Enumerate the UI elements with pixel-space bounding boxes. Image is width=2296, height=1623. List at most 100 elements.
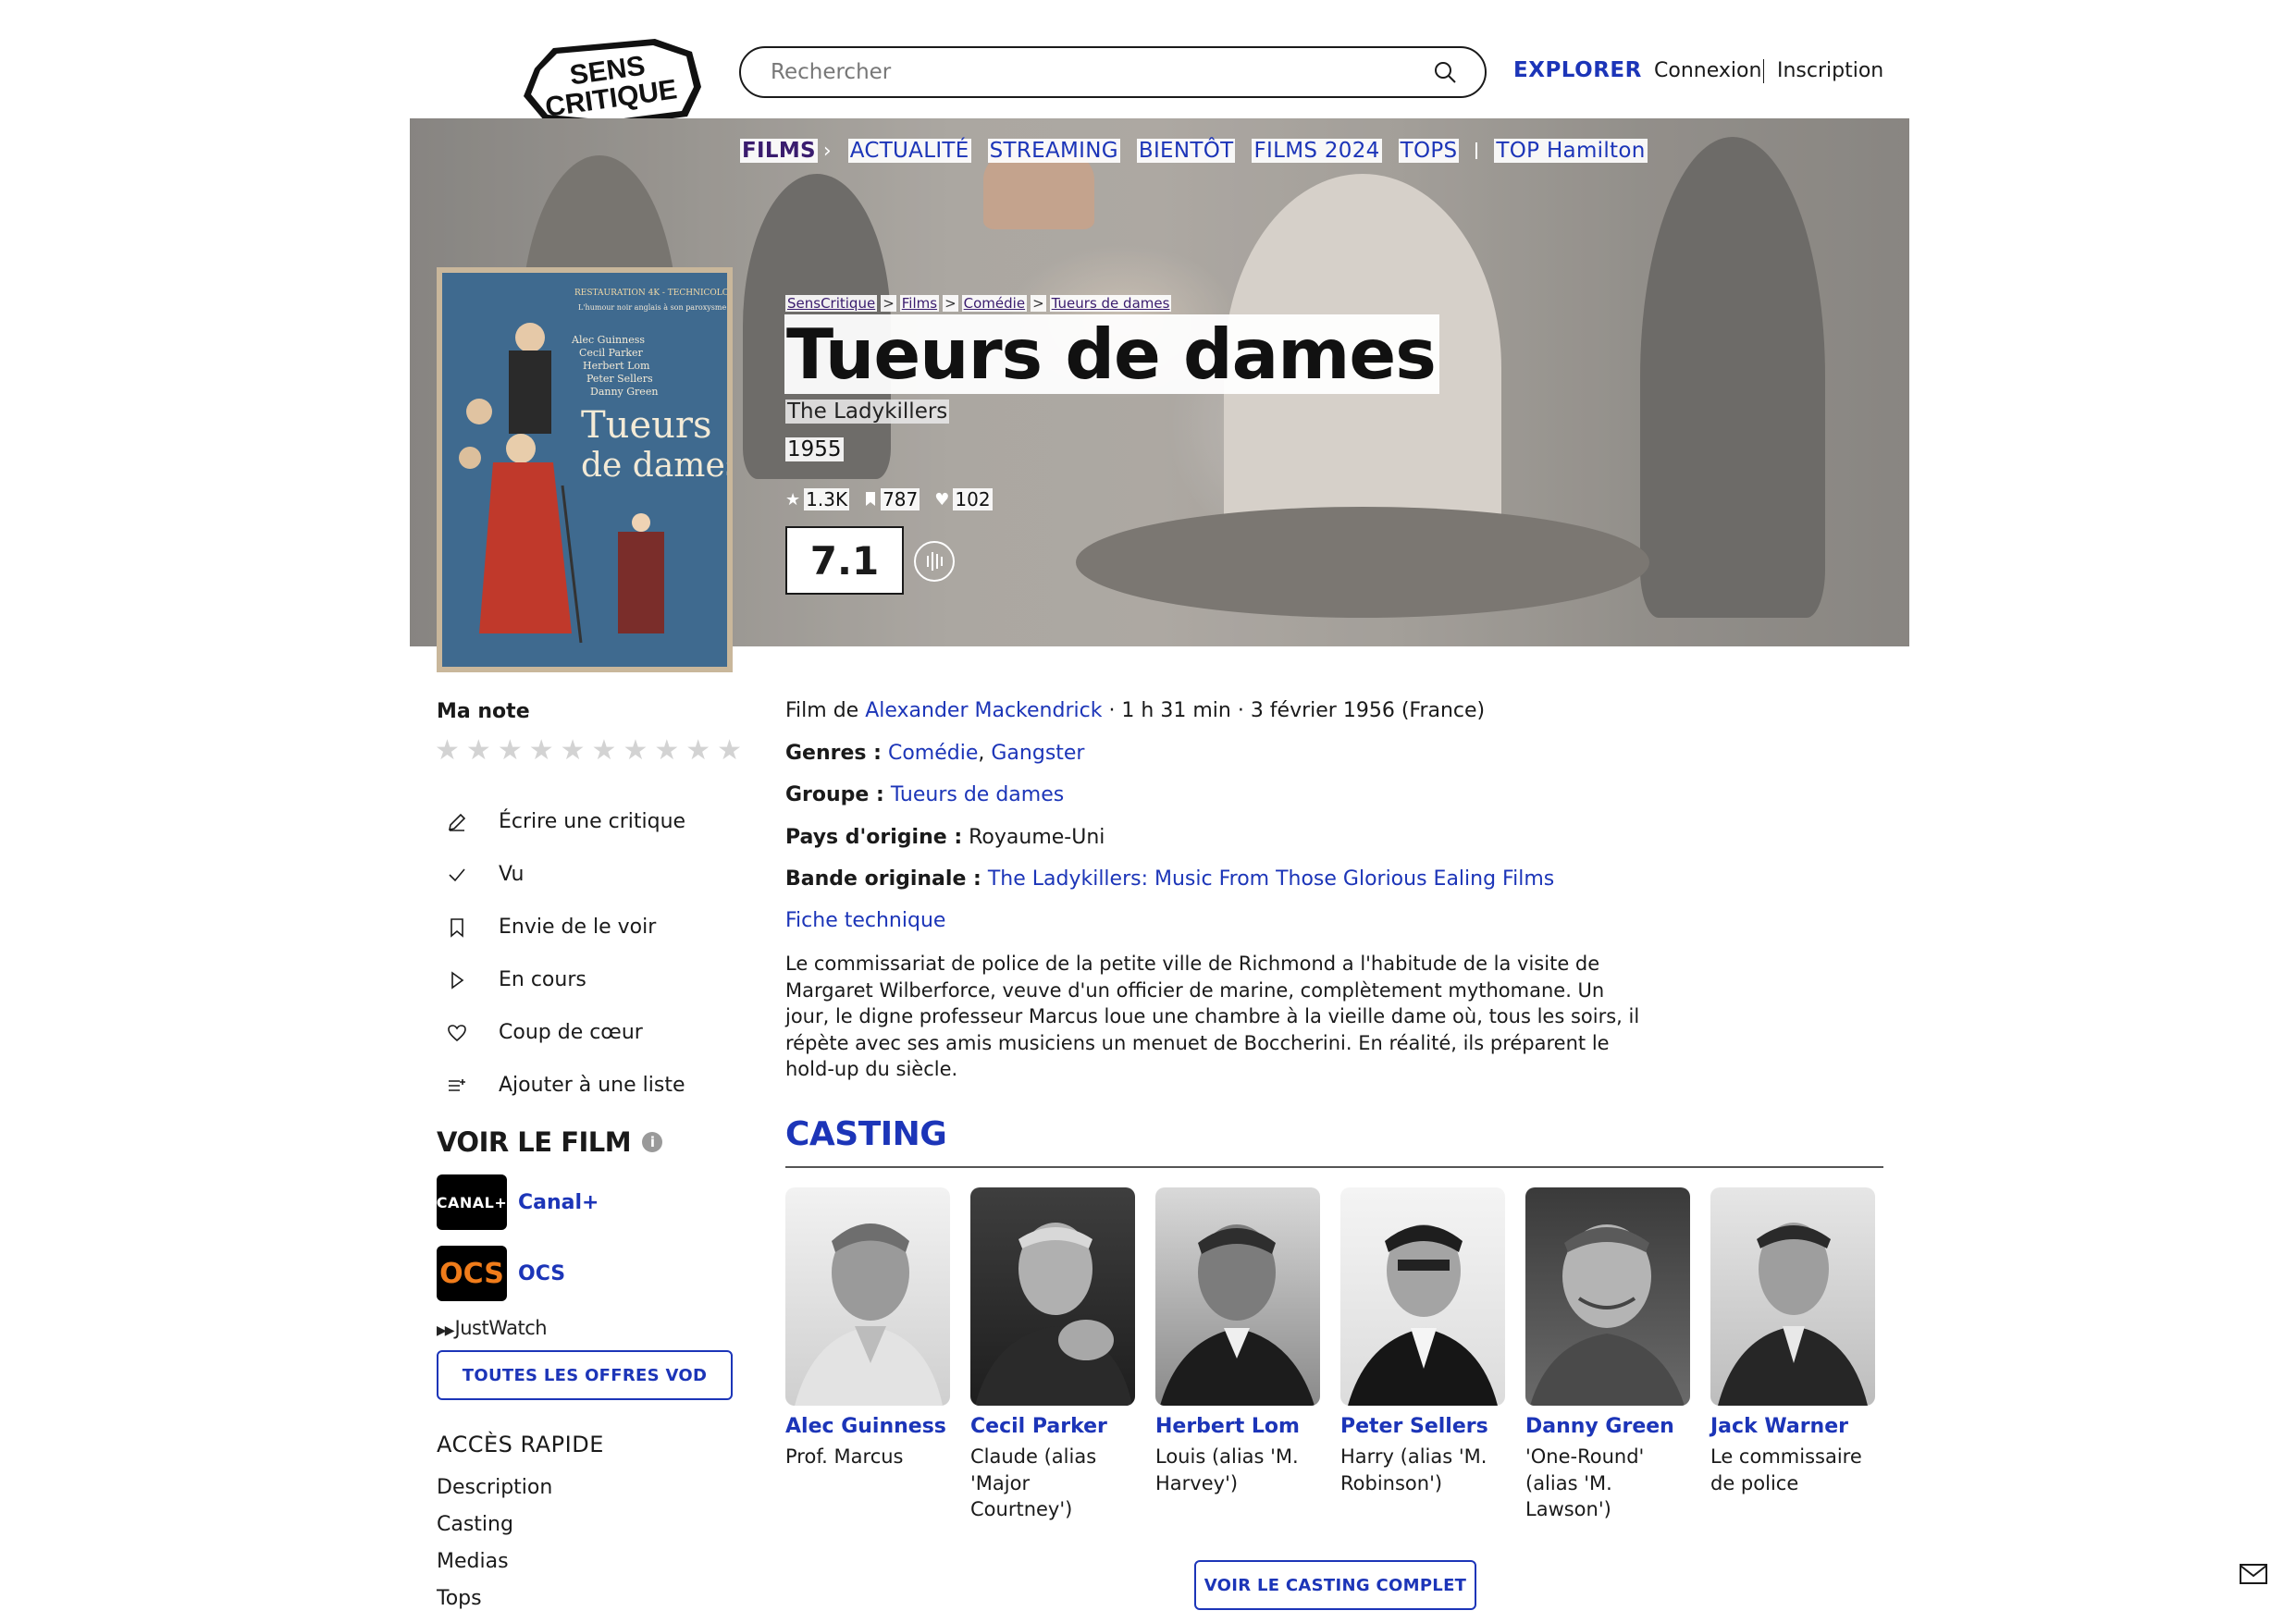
voir-le-film-label: VOIR LE FILM	[437, 1126, 632, 1158]
actor-name[interactable]: Alec Guinness	[785, 1415, 950, 1438]
star-icon[interactable]: ★	[654, 735, 679, 767]
ratings-count-value: 1.3K	[804, 488, 850, 510]
explorer-link[interactable]: EXPLORER	[1513, 58, 1642, 82]
cast-card[interactable]: Cecil Parker Claude (alias 'Major Courtn…	[970, 1187, 1135, 1523]
header-divider	[1763, 59, 1764, 83]
justwatch-label: JustWatch	[454, 1317, 548, 1339]
info-icon[interactable]: i	[642, 1132, 663, 1152]
actor-photo[interactable]	[785, 1187, 950, 1406]
acces-link-tops[interactable]: Tops	[437, 1585, 552, 1622]
pays-row: Pays d'origine : Royaume-Uni	[785, 826, 1105, 849]
star-icon[interactable]: ★	[561, 735, 586, 767]
cast-card[interactable]: Peter Sellers Harry (alias 'M. Robinson'…	[1340, 1187, 1505, 1496]
breadcrumb-current[interactable]: Tueurs de dames	[1049, 295, 1172, 312]
star-icon[interactable]: ★	[529, 735, 554, 767]
actor-photo[interactable]	[1340, 1187, 1505, 1406]
star-icon[interactable]: ★	[592, 735, 617, 767]
search-input[interactable]	[769, 59, 1433, 85]
actor-photo[interactable]	[1525, 1187, 1690, 1406]
action-ecrire-critique[interactable]: Écrire une critique	[444, 795, 685, 848]
ratings-count: ★ 1.3K	[785, 488, 850, 510]
groupe-label: Groupe :	[785, 783, 884, 806]
star-icon[interactable]: ★	[435, 735, 460, 767]
fiche-technique-link[interactable]: Fiche technique	[785, 909, 945, 932]
acces-link-medias[interactable]: Medias	[437, 1548, 552, 1585]
acces-rapide-heading: ACCÈS RAPIDE	[437, 1432, 604, 1457]
mail-icon[interactable]	[2239, 1563, 2268, 1585]
heart-icon	[448, 1024, 466, 1041]
star-icon[interactable]: ★	[623, 735, 648, 767]
actor-name[interactable]: Jack Warner	[1710, 1415, 1875, 1438]
actor-name[interactable]: Peter Sellers	[1340, 1415, 1505, 1438]
action-en-cours[interactable]: En cours	[444, 953, 685, 1006]
cast-card[interactable]: Jack Warner Le commissaire de police	[1710, 1187, 1875, 1496]
star-icon[interactable]: ★	[466, 735, 491, 767]
action-vu[interactable]: Vu	[444, 848, 685, 901]
genre-link[interactable]: Gangster	[991, 742, 1084, 765]
connexion-link[interactable]: Connexion	[1654, 59, 1761, 82]
search-bar[interactable]	[739, 46, 1487, 98]
actor-name[interactable]: Danny Green	[1525, 1415, 1690, 1438]
rating-distribution-icon[interactable]	[914, 541, 955, 582]
justwatch-play-icon: ▶▶	[437, 1323, 454, 1338]
provider-name[interactable]: OCS	[518, 1262, 565, 1285]
action-envie[interactable]: Envie de le voir	[444, 901, 685, 953]
bande-originale-link[interactable]: The Ladykillers: Music From Those Glorio…	[988, 867, 1554, 891]
nav-top-hamilton[interactable]: TOP Hamilton	[1494, 139, 1648, 163]
cast-card[interactable]: Herbert Lom Louis (alias 'M. Harvey')	[1155, 1187, 1320, 1496]
acces-link-casting[interactable]: Casting	[437, 1511, 552, 1548]
toutes-offres-vod-button[interactable]: TOUTES LES OFFRES VOD	[437, 1350, 733, 1400]
poster-cast-line: Peter Sellers	[586, 373, 653, 385]
actor-role: Prof. Marcus	[785, 1445, 904, 1468]
justwatch-logo[interactable]: ▶▶JustWatch	[437, 1317, 548, 1339]
star-icon[interactable]: ★	[498, 735, 523, 767]
breadcrumb-films[interactable]: Films	[899, 295, 940, 312]
actor-photo[interactable]	[970, 1187, 1135, 1406]
nav-tops[interactable]: TOPS	[1398, 139, 1460, 163]
star-icon: ★	[785, 489, 801, 510]
actor-photo[interactable]	[1710, 1187, 1875, 1406]
nav-films-2024[interactable]: FILMS 2024	[1252, 139, 1382, 163]
voir-casting-complet-button[interactable]: VOIR LE CASTING COMPLET	[1194, 1560, 1476, 1610]
favorites-count-value: 102	[953, 488, 993, 510]
nav-actualite[interactable]: ACTUALITÉ	[847, 139, 971, 163]
favorites-count: ♥ 102	[934, 488, 993, 510]
poster-top-text: RESTAURATION 4K - TECHNICOLOR	[574, 289, 727, 298]
star-icon[interactable]: ★	[685, 735, 710, 767]
heart-icon: ♥	[934, 489, 950, 510]
rating-stars[interactable]: ★ ★ ★ ★ ★ ★ ★ ★ ★ ★	[435, 735, 742, 767]
nav-streaming[interactable]: STREAMING	[987, 139, 1120, 163]
star-icon[interactable]: ★	[717, 735, 742, 767]
action-label: En cours	[499, 968, 586, 991]
genre-link[interactable]: Comédie	[888, 742, 978, 765]
action-ajouter-liste[interactable]: Ajouter à une liste	[444, 1059, 685, 1112]
poster-title-line2: de dames	[581, 447, 727, 485]
cast-card[interactable]: Danny Green 'One-Round' (alias 'M. Lawso…	[1525, 1187, 1690, 1523]
movie-poster[interactable]: RESTAURATION 4K - TECHNICOLOR L'humour n…	[437, 267, 733, 672]
nav-bientot[interactable]: BIENTÔT	[1136, 139, 1236, 163]
breadcrumb-comedie[interactable]: Comédie	[961, 295, 1028, 312]
film-meta: Film de Alexander Mackendrick · 1 h 31 m…	[785, 699, 1485, 722]
nav-films[interactable]: FILMS	[740, 139, 818, 163]
nav-divider	[1475, 142, 1478, 159]
poster-tagline: L'humour noir anglais à son paroxysme !	[578, 303, 727, 312]
provider-name[interactable]: Canal+	[518, 1191, 599, 1214]
groupe-link[interactable]: Tueurs de dames	[891, 783, 1064, 806]
inscription-link[interactable]: Inscription	[1777, 59, 1883, 82]
search-icon[interactable]	[1433, 60, 1457, 84]
provider-ocs[interactable]: OCS OCS	[437, 1246, 565, 1301]
actor-photo[interactable]	[1155, 1187, 1320, 1406]
actor-name[interactable]: Herbert Lom	[1155, 1415, 1320, 1438]
action-coup-de-coeur[interactable]: Coup de cœur	[444, 1006, 685, 1059]
acces-link-description[interactable]: Description	[437, 1474, 552, 1511]
pays-value: Royaume-Uni	[969, 826, 1105, 849]
actor-role: Le commissaire de police	[1710, 1445, 1862, 1494]
average-rating: 7.1	[785, 526, 904, 595]
provider-canal[interactable]: CANAL+ Canal+	[437, 1174, 599, 1230]
cast-card[interactable]: Alec Guinness Prof. Marcus	[785, 1187, 950, 1470]
ma-note-label: Ma note	[437, 700, 530, 723]
pays-label: Pays d'origine :	[785, 826, 963, 849]
breadcrumb-senscritique[interactable]: SensCritique	[785, 295, 878, 312]
director-link[interactable]: Alexander Mackendrick	[865, 699, 1102, 722]
actor-name[interactable]: Cecil Parker	[970, 1415, 1135, 1438]
